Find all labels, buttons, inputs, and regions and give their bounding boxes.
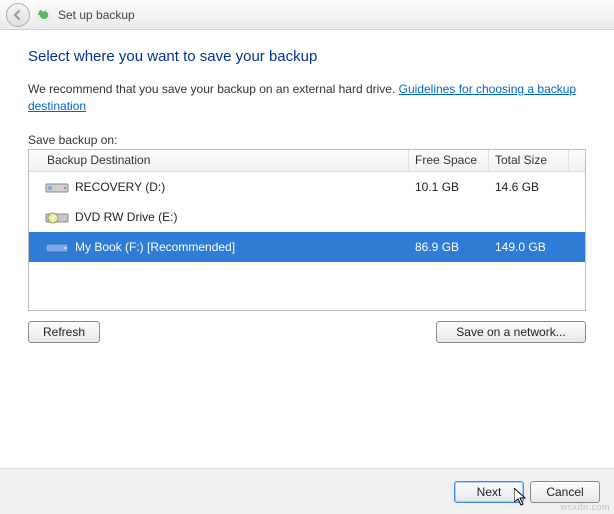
window-title: Set up backup [58,8,135,22]
recommendation-pre: We recommend that you save your backup o… [28,82,399,96]
destination-list: Backup Destination Free Space Total Size… [28,149,586,311]
row-name: DVD RW Drive (E:) [75,210,177,224]
app-icon [36,7,52,23]
cancel-button[interactable]: Cancel [530,481,600,503]
list-button-row: Refresh Save on a network... [28,321,586,343]
recommendation-text: We recommend that you save your backup o… [28,81,586,115]
wizard-footer: Next Cancel [0,468,614,514]
page-heading: Select where you want to save your backu… [28,48,586,65]
row-free: 86.9 GB [409,240,489,254]
titlebar: Set up backup [0,0,614,30]
save-on-network-button[interactable]: Save on a network... [436,321,586,343]
col-free-space[interactable]: Free Space [409,150,489,171]
row-total: 14.6 GB [489,180,569,194]
list-label: Save backup on: [28,133,586,147]
col-destination[interactable]: Backup Destination [43,150,409,171]
refresh-button[interactable]: Refresh [28,321,100,343]
watermark: wsxdn.com [560,502,610,512]
row-free: 10.1 GB [409,180,489,194]
back-arrow-icon [12,9,24,21]
row-total: 149.0 GB [489,240,569,254]
list-row[interactable]: My Book (F:) [Recommended] 86.9 GB 149.0… [29,232,585,262]
list-row[interactable]: RECOVERY (D:) 10.1 GB 14.6 GB [29,172,585,202]
back-button[interactable] [6,3,30,27]
next-button[interactable]: Next [454,481,524,503]
list-header: Backup Destination Free Space Total Size [29,150,585,172]
external-drive-icon [45,238,69,256]
dvd-drive-icon [45,208,69,226]
col-total-size[interactable]: Total Size [489,150,569,171]
list-row[interactable]: DVD RW Drive (E:) [29,202,585,232]
content-area: Select where you want to save your backu… [0,30,614,343]
row-name: My Book (F:) [Recommended] [75,240,235,254]
row-name: RECOVERY (D:) [75,180,165,194]
hdd-icon [45,178,69,196]
